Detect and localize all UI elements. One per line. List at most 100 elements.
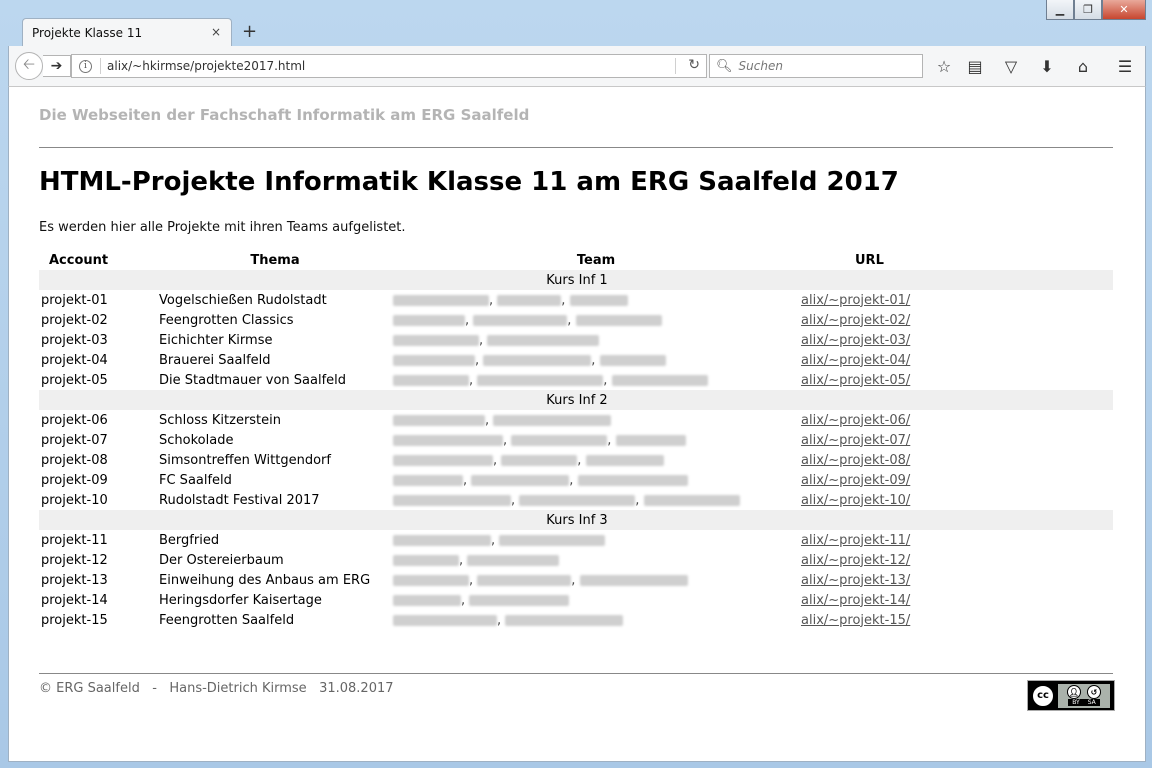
pocket-icon[interactable]: ▽ <box>1000 55 1022 77</box>
team-cell: , , <box>393 290 799 310</box>
url-cell: alix/~projekt-11/ <box>799 530 1113 550</box>
reload-icon[interactable]: ↻ <box>688 57 700 73</box>
project-link[interactable]: alix/~projekt-09/ <box>801 473 910 488</box>
team-cell: , , <box>393 370 799 390</box>
project-link[interactable]: alix/~projekt-08/ <box>801 453 910 468</box>
redacted-team-member <box>393 314 465 326</box>
tab-projekte[interactable]: Projekte Klasse 11 × <box>22 18 232 46</box>
account-cell: projekt-03 <box>41 332 108 348</box>
table-row: projekt-15 Feengrotten Saalfeld, alix/~pr… <box>39 610 1113 630</box>
thema-cell: Der Ostereierbaum <box>159 552 284 568</box>
new-tab-button[interactable]: + <box>242 21 257 42</box>
redacted-team-member <box>483 354 592 366</box>
maximize-button[interactable]: ❐ <box>1074 0 1102 20</box>
team-cell: , , <box>393 310 799 330</box>
thema-cell: Brauerei Saalfeld <box>159 352 271 368</box>
project-link[interactable]: alix/~projekt-12/ <box>801 553 910 568</box>
team-cell: , <box>393 530 799 550</box>
group-row: Kurs Inf 2 <box>39 390 1113 410</box>
home-icon[interactable]: ⌂ <box>1072 55 1094 77</box>
group-row: Kurs Inf 3 <box>39 510 1113 530</box>
table-row: projekt-03 Eichichter Kirmse, alix/~proje… <box>39 330 1113 350</box>
footer-divider <box>39 673 1113 674</box>
close-window-button[interactable]: ✕ <box>1102 0 1146 20</box>
thema-cell: FC Saalfeld <box>159 472 232 488</box>
url-cell: alix/~projekt-09/ <box>799 470 1113 490</box>
bookmark-star-icon[interactable]: ☆ <box>933 55 955 77</box>
reading-list-icon[interactable]: ▤ <box>964 55 986 77</box>
url-cell: alix/~projekt-12/ <box>799 550 1113 570</box>
project-link[interactable]: alix/~projekt-04/ <box>801 353 910 368</box>
cc-license-badge[interactable]: cc 👤︎ ↺ BY SA <box>1027 680 1115 711</box>
footer-author: Hans-Dietrich Kirmse <box>169 681 307 696</box>
team-cell: , <box>393 550 799 570</box>
project-link[interactable]: alix/~projekt-14/ <box>801 593 910 608</box>
redacted-team-member <box>473 314 568 326</box>
forward-icon[interactable]: ➔ <box>43 55 71 77</box>
redacted-team-member <box>477 574 572 586</box>
project-link[interactable]: alix/~projekt-06/ <box>801 413 910 428</box>
redacted-team-member <box>393 414 485 426</box>
redacted-team-member <box>579 574 688 586</box>
table-row: projekt-04 Brauerei Saalfeld , , alix/~pro… <box>39 350 1113 370</box>
group-row: Kurs Inf 1 <box>39 270 1113 290</box>
header-divider <box>39 147 1113 148</box>
project-link[interactable]: alix/~projekt-03/ <box>801 333 910 348</box>
redacted-team-member <box>471 474 570 486</box>
team-cell: , , <box>393 490 799 510</box>
url-separator <box>100 58 101 74</box>
thema-cell: Feengrotten Classics <box>159 312 294 328</box>
url-cell: alix/~projekt-07/ <box>799 430 1113 450</box>
footer-copyright: © ERG Saalfeld <box>39 681 140 696</box>
menu-icon[interactable]: ☰ <box>1114 55 1136 77</box>
thema-cell: Heringsdorfer Kaisertage <box>159 592 322 608</box>
team-cell: , , <box>393 450 799 470</box>
redacted-team-member <box>393 434 503 446</box>
group-label: Kurs Inf 3 <box>39 510 1113 530</box>
header-account: Account <box>49 252 109 268</box>
footer-date: 31.08.2017 <box>319 681 394 696</box>
by-icon: 👤︎ <box>1067 685 1081 699</box>
url-cell: alix/~projekt-01/ <box>799 290 1113 310</box>
url-cell: alix/~projekt-13/ <box>799 570 1113 590</box>
project-link[interactable]: alix/~projekt-02/ <box>801 313 910 328</box>
table-header-row: Account Thema Team URL <box>39 250 1113 270</box>
header-url: URL <box>855 252 884 268</box>
url-cell: alix/~projekt-06/ <box>799 410 1113 430</box>
url-bar[interactable]: i alix/~hkirmse/projekte2017.html ↻ <box>71 54 707 78</box>
info-icon[interactable]: i <box>79 59 92 73</box>
url-cell: alix/~projekt-15/ <box>799 610 1113 630</box>
redacted-team-member <box>393 334 479 346</box>
back-icon[interactable]: 🡠 <box>15 52 43 80</box>
cc-attribution-panel: 👤︎ ↺ BY SA <box>1058 683 1110 708</box>
sa-icon: ↺ <box>1087 685 1101 699</box>
minimize-button[interactable]: ▁ <box>1046 0 1074 20</box>
redacted-team-member <box>469 594 570 606</box>
tab-bar: Projekte Klasse 11 × + <box>0 18 1152 46</box>
table-row: projekt-13 Einweihung des Anbaus am ERG , … <box>39 570 1113 590</box>
url-text[interactable]: alix/~hkirmse/projekte2017.html <box>107 59 305 73</box>
redacted-team-member <box>505 614 624 626</box>
redacted-team-member <box>393 534 491 546</box>
cc-icon: cc <box>1031 683 1055 708</box>
redacted-team-member <box>393 474 463 486</box>
project-link[interactable]: alix/~projekt-05/ <box>801 373 910 388</box>
account-cell: projekt-14 <box>41 592 108 608</box>
project-link[interactable]: alix/~projekt-15/ <box>801 613 910 628</box>
project-link[interactable]: alix/~projekt-10/ <box>801 493 910 508</box>
window-controls: ▁ ❐ ✕ <box>1046 0 1146 20</box>
page-title: HTML-Projekte Informatik Klasse 11 am ER… <box>39 167 899 197</box>
project-link[interactable]: alix/~projekt-07/ <box>801 433 910 448</box>
thema-cell: Schloss Kitzerstein <box>159 412 282 428</box>
footer-separator: - <box>152 681 157 696</box>
team-cell: , <box>393 330 799 350</box>
project-link[interactable]: alix/~projekt-13/ <box>801 573 910 588</box>
url-cell: alix/~projekt-03/ <box>799 330 1113 350</box>
tab-close-icon[interactable]: × <box>211 25 221 39</box>
table-row: projekt-09 FC Saalfeld , , alix/~projekt-0… <box>39 470 1113 490</box>
search-input[interactable]: 🔍︎ Suchen <box>709 54 923 78</box>
url-cell: alix/~projekt-14/ <box>799 590 1113 610</box>
download-icon[interactable]: ⬇ <box>1036 55 1058 77</box>
project-link[interactable]: alix/~projekt-11/ <box>801 533 910 548</box>
project-link[interactable]: alix/~projekt-01/ <box>801 293 910 308</box>
